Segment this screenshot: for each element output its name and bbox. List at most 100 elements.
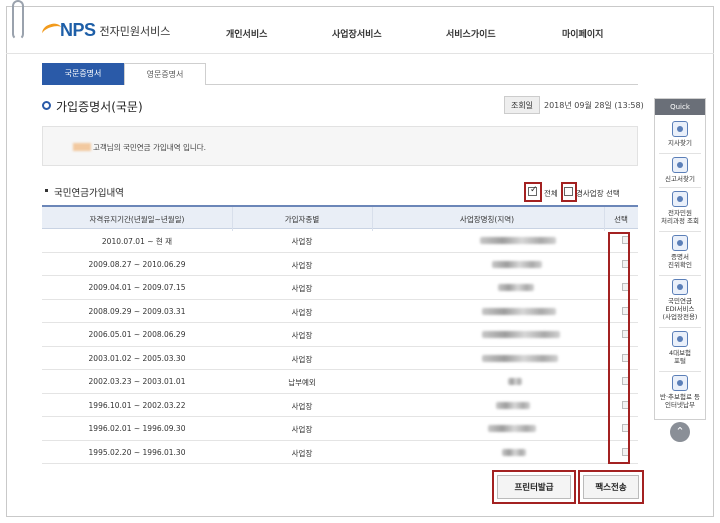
query-date: 2018년 09월 28일 (13:58): [544, 101, 644, 110]
header-select: 선택: [614, 215, 628, 224]
nps-logo[interactable]: NPS 전자민원서비스: [40, 20, 171, 41]
quick-item-label: 국민연금 EDI서비스 (사업장전용): [662, 297, 698, 321]
table-row: 2010.07.01 ~ 현 재 사업장: [42, 229, 638, 253]
highlight-fax: 팩스전송: [578, 470, 644, 504]
quick-menu: Quick 지사찾기 신고서찾기 전자민원 처리과정 조회 증명서 진위확인 국…: [654, 98, 706, 420]
check-all-label: 전체: [544, 189, 558, 198]
table-row: 1995.02.20 ~ 1996.01.30 사업장: [42, 441, 638, 464]
site-header: NPS 전자민원서비스 개인서비스 사업장서비스 서비스가이드 마이페이지: [6, 6, 714, 54]
info-box: 고객님의 국민연금 가입내역 입니다.: [42, 126, 638, 166]
quick-menu-title: Quick: [655, 99, 705, 115]
table-row: 2009.08.27 ~ 2010.06.29 사업장: [42, 253, 638, 276]
header-period: 자격유지기간(년월일~년월일): [89, 215, 185, 224]
quick-item-label: 신고서찾기: [665, 175, 695, 183]
quick-item-label: 증명서 진위확인: [668, 253, 692, 269]
quick-item-payment[interactable]: 반·추보험료 등 인터넷납부: [655, 375, 705, 409]
redacted-workplace: [488, 425, 536, 432]
nav-guide[interactable]: 서비스가이드: [446, 27, 496, 40]
logo-service-name: 전자민원서비스: [99, 24, 171, 38]
workplace-select-checkbox[interactable]: [564, 187, 573, 196]
quick-item-label: 전자민원 처리과정 조회: [661, 209, 699, 225]
cell-period: 1996.02.01 ~ 1996.09.30: [88, 424, 186, 433]
header-type: 가입자종별: [284, 215, 320, 224]
workplace-select-label: 경사업장 선택: [576, 189, 620, 198]
redacted-workplace: [508, 378, 522, 385]
quick-separator: [659, 153, 701, 154]
cell-type: 사업장: [291, 448, 313, 458]
document-search-icon: [672, 157, 688, 173]
info-text: 고객님의 국민연금 가입내역 입니다.: [93, 143, 207, 152]
cell-type: 사업장: [291, 307, 313, 317]
cell-period: 2003.01.02 ~ 2005.03.30: [88, 353, 186, 363]
redacted-workplace: [498, 284, 534, 291]
table-row: 1996.10.01 ~ 2002.03.22 사업장: [42, 394, 638, 417]
cell-type: 사업장: [291, 425, 313, 434]
nav-mypage[interactable]: 마이페이지: [562, 27, 603, 40]
redacted-workplace: [502, 448, 526, 456]
cell-type: 사업장: [291, 331, 313, 340]
table-row: 2002.03.23 ~ 2003.01.01 납부예외: [42, 370, 638, 394]
quick-item-label: 지사찾기: [668, 139, 692, 147]
tab-english-certificate[interactable]: 영문증명서: [124, 63, 206, 85]
quick-separator: [659, 231, 701, 232]
cell-period: 2002.03.23 ~ 2003.01.01: [88, 377, 186, 386]
title-row: 가입증명서(국문) 조회일 2018년 09월 28일 (13:58): [42, 96, 644, 116]
quick-item-edi[interactable]: 국민연금 EDI서비스 (사업장전용): [655, 279, 705, 321]
quick-separator: [659, 275, 701, 276]
cell-period: 1995.02.20 ~ 1996.01.30: [88, 447, 186, 457]
quick-item-label: 4대보험 포털: [668, 349, 692, 365]
table-row: 2006.05.01 ~ 2008.06.29 사업장: [42, 323, 638, 347]
highlight-select-column: [608, 232, 630, 464]
cell-type: 사업장: [291, 354, 313, 364]
redacted-workplace: [482, 354, 558, 362]
redacted-workplace: [496, 401, 530, 409]
cell-type: 사업장: [291, 237, 313, 246]
quick-item-label: 반·추보험료 등 인터넷납부: [659, 393, 700, 409]
checkmark-icon: ✓: [530, 185, 538, 195]
quick-item-portal[interactable]: 4대보험 포털: [655, 331, 705, 365]
cell-period: 2008.09.29 ~ 2009.03.31: [88, 306, 186, 316]
nav-personal[interactable]: 개인서비스: [226, 27, 267, 40]
fax-send-button[interactable]: 팩스전송: [583, 475, 639, 499]
query-date-label: 조회일: [504, 96, 540, 114]
table-row: 2003.01.02 ~ 2005.03.30 사업장: [42, 347, 638, 370]
quick-item-verify[interactable]: 증명서 진위확인: [655, 235, 705, 269]
table-row: 2008.09.29 ~ 2009.03.31 사업장: [42, 300, 638, 323]
redacted-workplace: [492, 260, 542, 268]
portal-icon: [672, 331, 688, 347]
tab-korean-certificate[interactable]: 국문증명서: [42, 63, 124, 85]
nav-workplace[interactable]: 사업장서비스: [332, 27, 382, 40]
cell-type: 사업장: [291, 284, 313, 293]
certificate-tabs: 국문증명서 영문증명서: [42, 63, 638, 85]
highlight-print: 프린터발급: [492, 470, 576, 504]
cell-period: 1996.10.01 ~ 2002.03.22: [88, 400, 186, 410]
cell-period: 2009.08.27 ~ 2010.06.29: [88, 259, 186, 269]
redacted-name: [73, 143, 91, 151]
print-issue-button[interactable]: 프린터발급: [497, 475, 571, 499]
payment-icon: [672, 375, 688, 391]
cell-period: 2009.04.01 ~ 2009.07.15: [88, 283, 186, 292]
quick-separator: [659, 187, 701, 188]
logo-brand: NPS: [60, 20, 96, 40]
redacted-workplace: [482, 331, 560, 338]
quick-item-process[interactable]: 전자민원 처리과정 조회: [655, 191, 705, 225]
redacted-workplace: [482, 307, 556, 315]
chevron-up-icon[interactable]: ⌃: [670, 422, 690, 442]
section-title: 국민연금가입내역: [54, 188, 124, 199]
table-header: 자격유지기간(년월일~년월일) 가입자종별 사업장명칭(지역) 선택: [42, 205, 638, 231]
quick-item-branch[interactable]: 지사찾기: [655, 121, 705, 147]
cell-period: 2010.07.01 ~ 현 재: [101, 237, 173, 246]
quick-separator: [659, 371, 701, 372]
cell-type: 사업장: [291, 260, 313, 270]
title-bullet-icon: [42, 101, 51, 110]
table-row: 2009.04.01 ~ 2009.07.15 사업장: [42, 276, 638, 300]
edi-icon: [672, 279, 688, 295]
map-icon: [672, 121, 688, 137]
quick-item-form-search[interactable]: 신고서찾기: [655, 157, 705, 183]
check-all-checkbox[interactable]: ✓: [528, 185, 538, 196]
cell-type: 납부예외: [288, 378, 316, 387]
certificate-icon: [672, 235, 688, 251]
cell-type: 사업장: [291, 401, 313, 411]
quick-separator: [659, 327, 701, 328]
header-workplace: 사업장명칭(지역): [459, 215, 515, 224]
